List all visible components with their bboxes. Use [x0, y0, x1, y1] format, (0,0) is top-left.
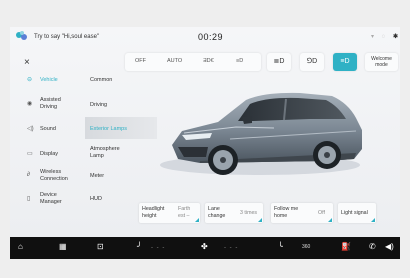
welcome-mode-button[interactable]: Welcome mode [365, 53, 398, 71]
submenu-common[interactable]: Common [90, 77, 152, 84]
car-icon[interactable]: ⊡ [97, 241, 104, 253]
status-bar: Try to say "Hi,soul ease" 00:29 ▾ ◌ ✱ [10, 27, 400, 49]
link-icon: ∂ [27, 172, 30, 178]
close-button[interactable]: × [24, 58, 30, 68]
apps-icon[interactable]: ▦ [59, 241, 67, 253]
front-fog-lamp-button[interactable]: ≣D [267, 53, 291, 71]
position-lamp-mode[interactable]: ƎD€ [203, 58, 214, 64]
phone-icon: ▯ [27, 196, 31, 202]
steering-wheel-icon: ◉ [27, 101, 33, 107]
sidebar-item-wireless-connection[interactable]: ∂ Wireless Connection [10, 167, 90, 189]
follow-me-home-setting[interactable]: Follow me home Off [271, 203, 333, 223]
sidebar-label: Assisted Driving [40, 97, 61, 110]
sidebar-label: Sound [40, 126, 56, 132]
headlight-height-value: Farth est – [178, 206, 191, 219]
settings-screen: Try to say "Hi,soul ease" 00:29 ▾ ◌ ✱ × … [10, 27, 400, 237]
dropdown-corner-icon [328, 218, 332, 222]
submenu-meter[interactable]: Meter [90, 173, 152, 180]
lane-change-label: Lane change [208, 206, 226, 219]
sidebar-item-device-manager[interactable]: ▯ Device Manager [10, 190, 90, 212]
high-beam-assist-button[interactable]: ≡D [333, 53, 357, 71]
sidebar-item-vehicle[interactable]: ⊖ Vehicle [10, 73, 90, 95]
signal-icon: ▾ [371, 34, 375, 40]
speaker-icon: ◁) [27, 126, 34, 132]
sidebar-label: Device Manager [40, 192, 62, 205]
welcome-label-2: mode [375, 62, 388, 68]
sidebar-label: Display [40, 151, 59, 157]
lane-change-value: 3 times [240, 210, 258, 216]
car-image [172, 92, 362, 175]
sidebar-label: Wireless Connection [40, 169, 68, 182]
sidebar-item-sound[interactable]: ◁) Sound [10, 122, 90, 144]
sidebar-item-assisted-driving[interactable]: ◉ Assisted Driving [10, 94, 90, 116]
headlight-height-label: Headlight height [142, 206, 165, 219]
monitor-icon: ▭ [27, 151, 33, 157]
fan-level-placeholder: - - - [224, 245, 239, 251]
bluetooth-icon: ✱ [392, 34, 398, 40]
submenu-atmosphere-lamp[interactable]: Atmosphere Lamp [90, 146, 152, 159]
call-icon[interactable]: ✆ [369, 241, 376, 253]
light-mode-auto[interactable]: AUTO [167, 58, 182, 64]
sidebar-label: Vehicle [40, 77, 58, 83]
clock: 00:29 [198, 32, 224, 42]
sidebar-item-display[interactable]: ▭ Display [10, 147, 90, 169]
rear-fog-lamp-button[interactable]: ⅁D [300, 53, 324, 71]
dropdown-corner-icon [195, 218, 199, 222]
low-beam-mode[interactable]: ≡D [236, 58, 243, 64]
fan-icon[interactable]: ✤ [201, 241, 208, 253]
voice-assistant-icon[interactable] [15, 30, 28, 42]
wifi-icon: ◌ [381, 34, 386, 40]
dropdown-corner-icon [371, 218, 375, 222]
volume-icon[interactable]: ◀) [385, 241, 394, 253]
assistant-hint: Try to say "Hi,soul ease" [34, 34, 100, 40]
fuel-icon[interactable]: ⛽ [341, 241, 351, 253]
home-icon[interactable]: ⌂ [18, 241, 23, 253]
submenu-hud[interactable]: HUD [90, 196, 152, 203]
temperature-placeholder: - - - [151, 245, 166, 251]
light-signal-setting[interactable]: Light signal [338, 203, 376, 223]
submenu-driving[interactable]: Driving [90, 102, 152, 109]
camera-360-icon[interactable]: 360 [302, 241, 310, 253]
headlight-height-setting[interactable]: Headlight height Farth est – [139, 203, 200, 223]
light-mode-off[interactable]: OFF [135, 58, 146, 64]
seat-icon[interactable]: ╯ [137, 241, 142, 253]
light-mode-selector: OFF AUTO ƎD€ ≡D [125, 53, 261, 71]
bottom-dock: ⌂ ▦ ⊡ ╯ - - - ✤ - - - ╰ 360 ⛽ ✆ ◀) [10, 237, 400, 259]
follow-me-home-label: Follow me home [274, 206, 299, 219]
submenu-exterior-lamps[interactable]: Exterior Lamps [90, 126, 152, 133]
light-signal-label: Light signal [341, 210, 368, 216]
dropdown-corner-icon [258, 218, 262, 222]
follow-me-home-value: Off [318, 210, 325, 216]
seat-right-icon[interactable]: ╰ [278, 241, 283, 253]
car-icon: ⊖ [27, 77, 33, 83]
lane-change-setting[interactable]: Lane change 3 times [205, 203, 263, 223]
